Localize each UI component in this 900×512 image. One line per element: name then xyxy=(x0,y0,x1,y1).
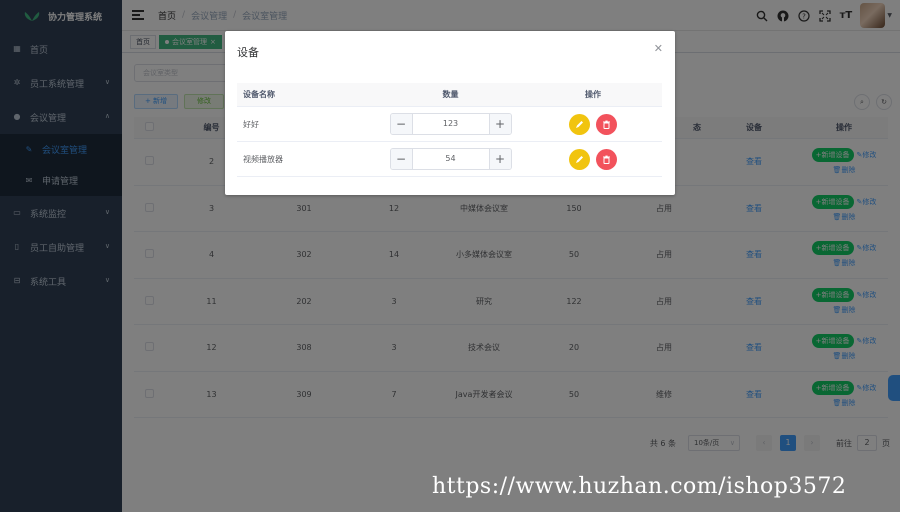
decrement-button[interactable]: − xyxy=(390,149,413,169)
minus-icon: − xyxy=(395,117,407,131)
close-icon[interactable]: ✕ xyxy=(654,42,663,55)
increment-button[interactable]: + xyxy=(488,149,511,169)
quantity-input[interactable]: 54 xyxy=(413,149,489,169)
dialog-title: 设备 xyxy=(237,46,259,59)
trash-icon xyxy=(603,120,610,129)
quantity-stepper: −54 + xyxy=(389,148,512,170)
device-table-header: 设备名称 数量 操作 xyxy=(237,83,662,107)
column-header-actions: 操作 xyxy=(585,90,601,99)
quantity-stepper: −123 + xyxy=(389,113,512,135)
device-table-body: 好好 −123 + 视频播放器 −54 + xyxy=(237,107,662,177)
quantity-input[interactable]: 123 xyxy=(413,114,489,134)
plus-icon: + xyxy=(494,117,506,131)
pencil-icon xyxy=(576,120,583,128)
device-name: 视频播放器 xyxy=(243,154,283,164)
watermark: https://www.huzhan.com/ishop3572 xyxy=(432,474,847,499)
column-header-quantity: 数量 xyxy=(442,90,459,99)
device-table: 设备名称 数量 操作 好好 −123 + 视频播放器 −54 + xyxy=(237,83,662,177)
edit-device-button[interactable] xyxy=(569,148,590,170)
pencil-icon xyxy=(576,155,583,163)
edit-device-button[interactable] xyxy=(569,113,590,135)
column-header-device-name: 设备名称 xyxy=(243,90,275,99)
decrement-button[interactable]: − xyxy=(390,114,413,134)
plus-icon: + xyxy=(494,152,506,166)
minus-icon: − xyxy=(395,152,407,166)
increment-button[interactable]: + xyxy=(488,114,511,134)
device-name: 好好 xyxy=(243,119,259,129)
device-row: 视频播放器 −54 + xyxy=(237,142,662,177)
device-dialog: 设备 ✕ 设备名称 数量 操作 好好 −123 + 视频播放器 −54 + xyxy=(225,31,675,195)
device-row: 好好 −123 + xyxy=(237,107,662,142)
delete-device-button[interactable] xyxy=(596,113,617,135)
trash-icon xyxy=(603,155,610,164)
delete-device-button[interactable] xyxy=(596,148,617,170)
